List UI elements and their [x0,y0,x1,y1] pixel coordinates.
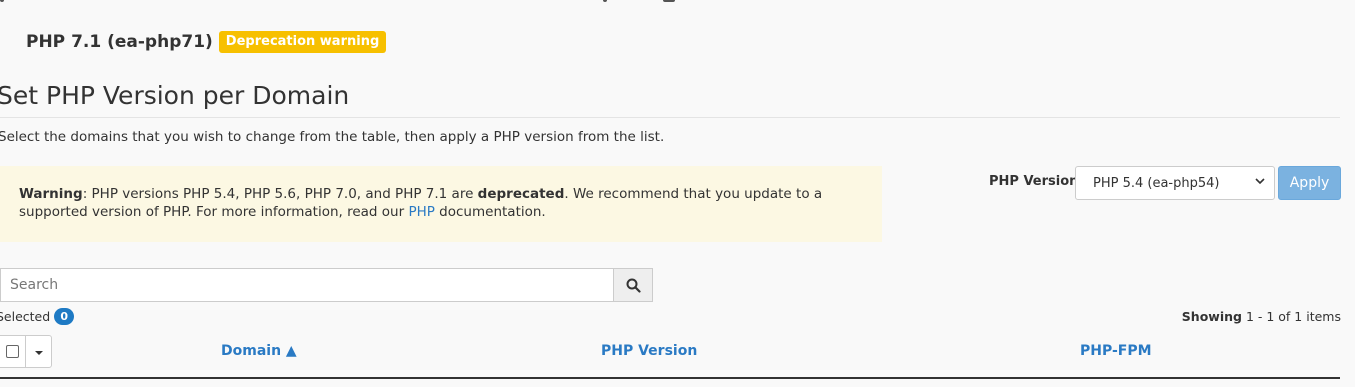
sort-ascending-icon: ▲ [285,343,297,359]
pagination-summary: Showing 1 - 1 of 1 items [1182,309,1341,324]
column-label-domain: Domain [221,343,282,359]
cropped-text-fragment [0,0,1355,2]
showing-range: 1 - 1 of 1 items [1245,309,1341,324]
warning-text-3: documentation. [434,204,546,220]
page-title: Set PHP Version per Domain [0,81,350,110]
search-icon [626,278,641,293]
column-header-php-fpm[interactable]: PHP-FPM [1080,343,1152,359]
select-all-checkbox[interactable] [6,345,19,358]
column-header-php-version[interactable]: PHP Version [601,343,697,359]
table-header-divider [0,377,1340,379]
warning-label: Warning [19,186,83,202]
php-docs-link[interactable]: PHP [408,204,434,220]
caret-down-icon [35,351,43,355]
php-version-label: PHP Version [989,174,1079,189]
php-version-header: PHP 7.1 (ea-php71) Deprecation warning [26,31,387,53]
search-placeholder: Search [10,277,59,293]
page: PHP 7.1 (ea-php71) Deprecation warning S… [0,0,1355,387]
select-all-control [0,335,52,368]
php-version-selected: PHP 5.4 (ea-php54) [1093,176,1220,191]
php-version-select[interactable]: PHP 5.4 (ea-php54) [1075,166,1275,200]
selected-count: Selected 0 [0,308,75,325]
selected-label: Selected [0,309,51,324]
column-header-domain[interactable]: Domain ▲ [221,343,297,359]
search-input[interactable]: Search [0,268,614,302]
warning-emphasis: deprecated [477,186,565,202]
search-button[interactable] [613,268,653,302]
apply-button[interactable]: Apply [1278,166,1341,200]
select-all-checkbox-wrap[interactable] [0,336,26,367]
chevron-down-icon [1255,176,1265,189]
php-version-name: PHP 7.1 (ea-php71) [26,32,213,52]
select-options-dropdown[interactable] [26,336,51,367]
warning-text-1: : PHP versions PHP 5.4, PHP 5.6, PHP 7.0… [82,186,478,202]
showing-label: Showing [1181,309,1242,324]
divider [0,117,1340,118]
instructions-text: Select the domains that you wish to chan… [0,129,665,145]
deprecation-badge: Deprecation warning [218,31,387,53]
selected-count-badge: 0 [54,308,75,325]
deprecation-warning-callout: Warning: PHP versions PHP 5.4, PHP 5.6, … [0,166,882,242]
